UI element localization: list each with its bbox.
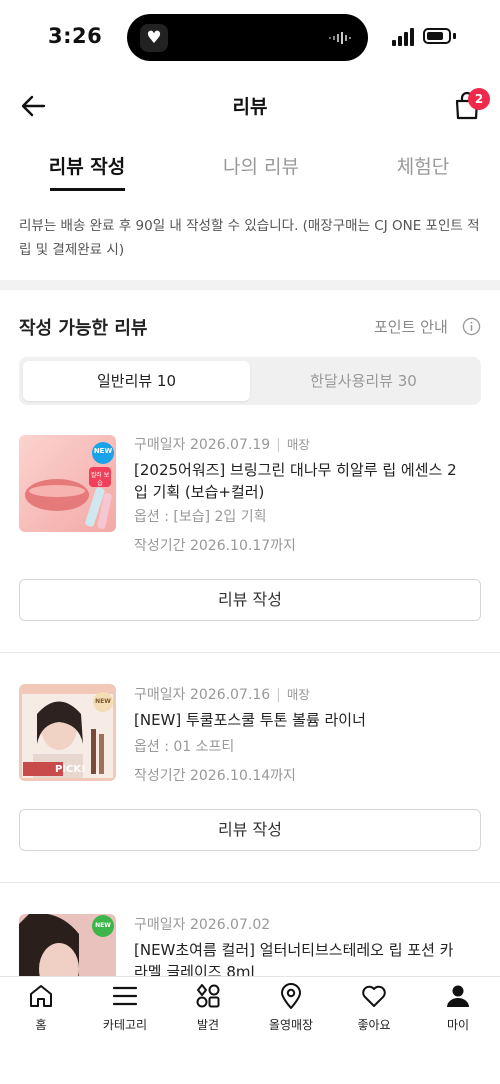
nav-label: 홈 <box>35 1018 47 1032</box>
purchase-date: 구매일자 2026.07.02 <box>134 917 271 933</box>
product-thumbnail[interactable]: NEW PICK! <box>19 684 116 781</box>
location-pin-icon <box>281 983 301 1009</box>
nav-label: 좋아요 <box>357 1018 391 1032</box>
heart-icon <box>362 985 386 1007</box>
store-label: 매장 <box>286 687 310 702</box>
nav-store[interactable]: 올영매장 <box>261 982 321 1033</box>
heart-icon: ♥ <box>140 24 168 52</box>
product-thumbnail[interactable]: NEW <box>19 914 116 976</box>
segment-monthly-review[interactable]: 한달사용리뷰 30 <box>250 361 477 401</box>
product-thumbnail[interactable]: NEW 컬러 보습 <box>19 435 116 532</box>
signal-icon <box>392 28 414 46</box>
person-icon <box>447 985 469 1007</box>
item-divider <box>0 652 500 653</box>
new-badge: NEW <box>93 447 113 455</box>
tab-experience-group[interactable]: 체험단 <box>348 152 498 179</box>
product-name[interactable]: [2025어워즈] 브링그린 대나무 히알루 립 에센스 2입 기획 (보습+컬… <box>134 459 464 503</box>
point-guide-link[interactable]: 포인트 안내 <box>374 316 448 337</box>
section-gap <box>0 280 500 290</box>
home-icon <box>30 985 52 1007</box>
tab-write-review[interactable]: 리뷰 작성 <box>12 152 162 179</box>
nav-home[interactable]: 홈 <box>11 982 71 1033</box>
product-option: 옵션 : [보습] 2입 기획 <box>134 509 267 525</box>
status-time: 3:26 <box>48 24 103 48</box>
review-notice: 리뷰는 배송 완료 후 90일 내 작성할 수 있습니다. (매장구매는 CJ … <box>19 218 480 258</box>
bottom-navigation <box>0 976 500 1084</box>
nav-label: 카테고리 <box>102 1018 148 1032</box>
audio-wave-icon <box>329 32 351 44</box>
tab-my-reviews[interactable]: 나의 리뷰 <box>186 152 336 179</box>
nav-category[interactable]: 카테고리 <box>95 982 155 1033</box>
discover-icon <box>196 984 220 1008</box>
write-review-button[interactable]: 리뷰 작성 <box>19 809 481 851</box>
cart-count-badge: 2 <box>468 88 490 110</box>
thumb-sticker: 컬러 보습 <box>90 472 110 487</box>
product-name[interactable]: [NEW초여름 컬러] 얼터너티브스테레오 립 포션 카라멜 글레이즈 8ml <box>134 939 464 976</box>
nav-my[interactable]: 마이 <box>428 982 488 1033</box>
nav-label: 올영매장 <box>268 1018 314 1032</box>
review-period: 작성기간 2026.10.14까지 <box>134 768 296 784</box>
battery-icon <box>423 28 451 44</box>
purchase-info: 구매일자 2026.07.19 | 매장 <box>134 437 310 453</box>
nav-likes[interactable]: 좋아요 <box>344 982 404 1033</box>
new-badge: NEW <box>95 698 111 705</box>
item-divider <box>0 882 500 883</box>
write-review-button[interactable]: 리뷰 작성 <box>19 579 481 621</box>
store-label: 매장 <box>286 437 310 452</box>
section-title: 작성 가능한 리뷰 <box>19 318 148 339</box>
review-period: 작성기간 2026.10.17까지 <box>134 538 296 554</box>
page-title: 리뷰 <box>232 96 268 118</box>
active-tab-indicator <box>50 188 125 191</box>
menu-icon <box>112 986 138 1006</box>
info-icon[interactable] <box>462 317 481 336</box>
thumb-caption: PICK! <box>55 764 86 775</box>
product-name[interactable]: [NEW] 투쿨포스쿨 투톤 볼륨 라이너 <box>134 709 464 731</box>
segment-general-review[interactable]: 일반리뷰 10 <box>23 361 250 401</box>
purchase-date: 구매일자 2026.07.19 <box>134 437 271 453</box>
purchase-date: 구매일자 2026.07.16 <box>134 687 271 703</box>
new-badge: NEW <box>95 922 111 929</box>
nav-label: 발견 <box>196 1018 220 1032</box>
product-option: 옵션 : 01 소프티 <box>134 739 235 755</box>
purchase-info: 구매일자 2026.07.16 | 매장 <box>134 687 310 703</box>
product-item-clipped: NEW 구매일자 2026.07.02 [NEW초여름 컬러] 얼터너티브스테레… <box>0 900 500 976</box>
battery-tip <box>453 33 456 39</box>
nav-label: 마이 <box>446 1018 470 1032</box>
nav-discover[interactable]: 발견 <box>178 982 238 1033</box>
